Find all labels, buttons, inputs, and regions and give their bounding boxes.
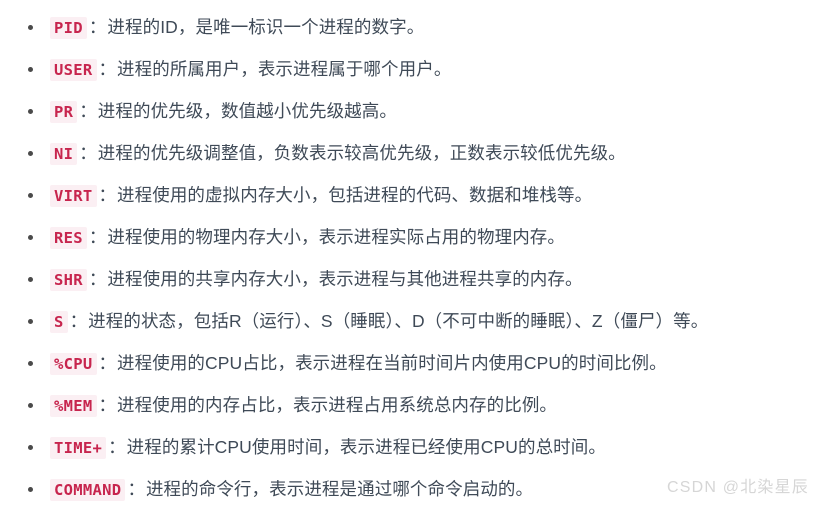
field-name-code: TIME+ [50,437,107,459]
list-item: %MEM ：进程使用的内存占比，表示进程占用系统总内存的比例。 [0,384,821,426]
list-item: S ：进程的状态，包括R（运行）、S（睡眠）、D（不可中断的睡眠）、Z（僵尸）等。 [0,300,821,342]
separator-colon: ： [88,269,107,289]
field-description: 进程的状态，包括R（运行）、S（睡眠）、D（不可中断的睡眠）、Z（僵尸）等。 [88,311,709,331]
list-item: PR ：进程的优先级，数值越小优先级越高。 [0,90,821,132]
separator-colon: ： [108,437,126,457]
list-item: TIME+ ：进程的累计CPU使用时间，表示进程已经使用CPU的总时间。 [0,426,821,468]
bullet-icon [28,360,33,366]
field-name-code: COMMAND [50,479,126,501]
bullet-icon [28,66,33,72]
field-description: 进程的ID，是唯一标识一个进程的数字。 [107,17,425,37]
bullet-icon [28,234,33,240]
document-body: PID ：进程的ID，是唯一标识一个进程的数字。 USER ：进程的所属用户，表示进程… [0,0,821,509]
separator-colon: ： [79,101,97,121]
bullet-icon [28,24,33,30]
list-item: SHR ：进程使用的共享内存大小，表示进程与其他进程共享的内存。 [0,258,821,300]
field-name-code: S [50,311,68,333]
field-name-code: NI [50,143,78,165]
field-name-code: PR [50,101,78,123]
list-item: %CPU ：进程使用的CPU占比，表示进程在当前时间片内使用CPU的时间比例。 [0,342,821,384]
field-name-code: PID [50,17,87,39]
field-description: 进程的优先级，数值越小优先级越高。 [97,101,397,121]
separator-colon: ： [88,17,107,37]
field-name-code: SHR [50,269,87,291]
bullet-icon [28,108,33,114]
field-name-code: VIRT [50,185,97,207]
separator-colon: ： [98,395,117,415]
separator-colon: ： [69,311,88,331]
field-name-code: %MEM [50,395,97,417]
field-name-code: RES [50,227,87,249]
field-description: 进程使用的共享内存大小，表示进程与其他进程共享的内存。 [107,269,583,289]
bullet-icon [28,192,33,198]
csdn-watermark: CSDN @北染星辰 [666,479,809,496]
field-definition-list: PID ：进程的ID，是唯一标识一个进程的数字。 USER ：进程的所属用户，表示进程… [0,6,821,510]
bullet-icon [28,444,33,450]
field-name-code: USER [50,59,97,81]
separator-colon: ： [98,185,117,205]
list-item: RES ：进程使用的物理内存大小，表示进程实际占用的物理内存。 [0,216,821,258]
separator-colon: ： [98,59,117,79]
list-item: VIRT ：进程使用的虚拟内存大小，包括进程的代码、数据和堆栈等。 [0,174,821,216]
field-description: 进程的所属用户，表示进程属于哪个用户。 [117,59,452,79]
field-description: 进程的命令行，表示进程是通过哪个命令启动的。 [145,479,534,499]
separator-colon: ： [98,353,117,373]
field-description: 进程使用的内存占比，表示进程占用系统总内存的比例。 [117,395,558,415]
field-description: 进程的累计CPU使用时间，表示进程已经使用CPU的总时间。 [126,437,606,457]
bullet-icon [28,486,33,492]
list-item: PID ：进程的ID，是唯一标识一个进程的数字。 [0,6,821,48]
field-description: 进程使用的虚拟内存大小，包括进程的代码、数据和堆栈等。 [117,185,593,205]
field-name-code: %CPU [50,353,97,375]
separator-colon: ： [127,479,145,499]
field-description: 进程的优先级调整值，负数表示较高优先级，正数表示较低优先级。 [97,143,626,163]
field-description: 进程使用的物理内存大小，表示进程实际占用的物理内存。 [107,227,566,247]
bullet-icon [28,150,33,156]
bullet-icon [28,318,33,324]
list-item: USER ：进程的所属用户，表示进程属于哪个用户。 [0,48,821,90]
separator-colon: ： [88,227,107,247]
bullet-icon [28,402,33,408]
separator-colon: ： [79,143,97,163]
field-description: 进程使用的CPU占比，表示进程在当前时间片内使用CPU的时间比例。 [117,353,667,373]
list-item: NI ：进程的优先级调整值，负数表示较高优先级，正数表示较低优先级。 [0,132,821,174]
bullet-icon [28,276,33,282]
